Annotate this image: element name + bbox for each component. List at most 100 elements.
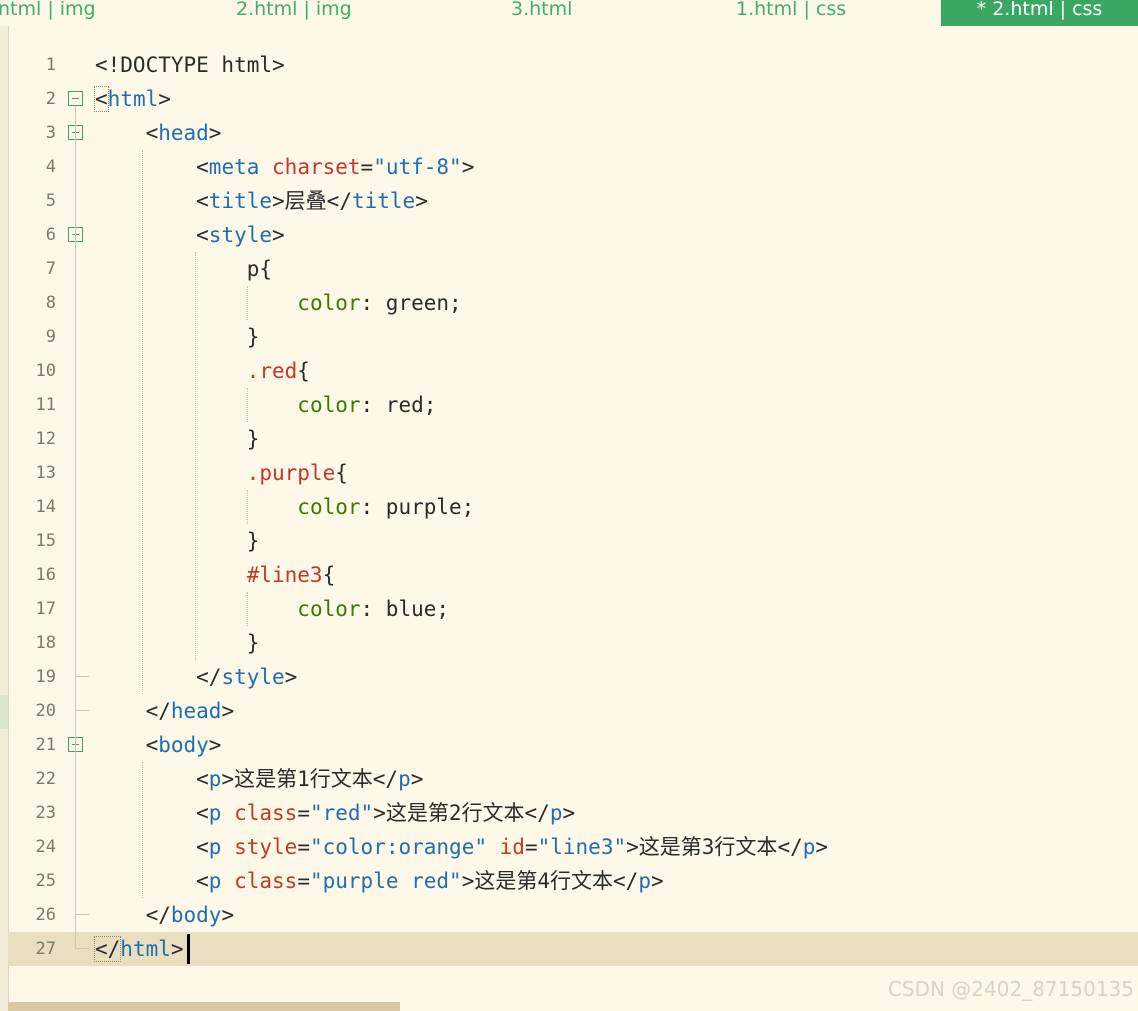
code-token-punct: > <box>410 767 424 791</box>
code-token-punct: </ <box>524 801 550 825</box>
code-text: p{ <box>95 252 272 286</box>
code-token-punct: > <box>815 835 829 859</box>
fold-toggle-icon[interactable] <box>68 91 83 106</box>
code-line[interactable]: 21 <body> <box>8 728 1138 762</box>
code-token-punct: </ <box>326 189 352 213</box>
code-token-punct: { <box>322 563 336 587</box>
code-token-punct: > <box>221 767 235 791</box>
change-marker <box>0 695 8 729</box>
code-text: <meta charset="utf-8"> <box>95 150 474 184</box>
tab-bar: ntml | img 2.html | img 3.html 1.html | … <box>0 0 1138 26</box>
line-number: 17 <box>35 599 56 619</box>
code-token-punct: < <box>94 86 109 112</box>
code-token-punct: </ <box>93 936 122 962</box>
code-line[interactable]: 12 } <box>8 422 1138 456</box>
code-token-tag: html <box>107 87 159 111</box>
code-token-punct: > <box>208 733 222 757</box>
code-token-punct: </ <box>95 699 171 723</box>
line-number: 15 <box>35 531 56 551</box>
indent-guide <box>247 592 249 626</box>
code-token-punct: > <box>221 699 235 723</box>
code-line[interactable]: 27 </html> <box>8 932 1138 966</box>
code-editor[interactable]: 1 <!DOCTYPE html> 2 <html> 3 <head> 4 <meta c… <box>8 48 1138 966</box>
code-line[interactable]: 25 <p class="purple red">这是第4行文本</p> <box>8 864 1138 898</box>
code-text: .purple{ <box>95 456 348 490</box>
code-token-punct: </ <box>777 835 803 859</box>
code-token-tag: style <box>221 665 285 689</box>
code-token-punct: > <box>272 189 285 213</box>
tab-3-html[interactable]: 3.html <box>511 0 611 26</box>
code-token-punct: } <box>95 325 260 349</box>
code-line[interactable]: 13 .purple{ <box>8 456 1138 490</box>
code-token-punct: { <box>297 359 310 383</box>
code-line[interactable]: 3 <head> <box>8 116 1138 150</box>
code-line[interactable]: 10 .red{ <box>8 354 1138 388</box>
code-text: color: red; <box>95 388 436 422</box>
code-text: <p class="purple red">这是第4行文本</p> <box>95 864 663 898</box>
line-number: 27 <box>35 939 56 959</box>
code-token-text: 这是第4行文本 <box>474 869 614 893</box>
code-token-sel: p{ <box>95 257 273 281</box>
code-token-punct: </ <box>95 665 222 689</box>
text-caret <box>187 934 191 964</box>
code-token-punct: </ <box>372 767 399 791</box>
indent-guide <box>141 762 143 898</box>
tab-2-html-css-active[interactable]: * 2.html | css <box>941 0 1138 26</box>
tab-2-html-img[interactable]: 2.html | img <box>236 0 386 26</box>
code-line[interactable]: 2 <html> <box>8 82 1138 116</box>
code-token-tag: body <box>170 903 222 927</box>
code-line[interactable]: 1 <!DOCTYPE html> <box>8 48 1138 82</box>
code-line[interactable]: 9 } <box>8 320 1138 354</box>
code-line[interactable]: 20 </head> <box>8 694 1138 728</box>
code-token-prop: color <box>297 291 361 315</box>
code-token-punct: > <box>461 155 475 179</box>
code-line[interactable]: 8 color: green; <box>8 286 1138 320</box>
line-number: 22 <box>35 769 56 789</box>
code-text: <body> <box>95 728 222 762</box>
code-line[interactable]: 23 <p class="red">这是第2行文本</p> <box>8 796 1138 830</box>
line-number: 26 <box>35 905 56 925</box>
code-token-punct <box>487 835 500 859</box>
code-token-punct: } <box>95 631 260 655</box>
code-token-punct <box>95 563 247 587</box>
tab-1-html-css[interactable]: 1.html | css <box>736 0 886 26</box>
code-line[interactable]: 19 </style> <box>8 660 1138 694</box>
code-token-tag: head <box>170 699 222 723</box>
code-token-punct: < <box>95 767 209 791</box>
code-token-punct: : purple; <box>360 495 475 519</box>
code-line[interactable]: 5 <title>层叠</title> <box>8 184 1138 218</box>
code-line[interactable]: 17 color: blue; <box>8 592 1138 626</box>
code-token-tag: html <box>120 937 171 961</box>
code-line[interactable]: 7 p{ <box>8 252 1138 286</box>
code-text: <p class="red">这是第2行文本</p> <box>95 796 575 830</box>
code-line[interactable]: 6 <style> <box>8 218 1138 252</box>
line-number: 12 <box>35 429 56 449</box>
code-line[interactable]: 4 <meta charset="utf-8"> <box>8 150 1138 184</box>
code-token-tag: p <box>549 801 563 825</box>
code-line[interactable]: 14 color: purple; <box>8 490 1138 524</box>
fold-range-line <box>75 242 76 677</box>
code-token-punct <box>95 495 297 519</box>
tab-ntml-img[interactable]: ntml | img <box>0 0 128 26</box>
line-number: 20 <box>35 701 56 721</box>
code-token-punct: > <box>461 869 475 893</box>
code-token-tag: p <box>208 835 222 859</box>
code-token-str: "utf-8" <box>373 155 462 179</box>
code-line[interactable]: 15 } <box>8 524 1138 558</box>
code-line[interactable]: 16 #line3{ <box>8 558 1138 592</box>
code-token-punct: <!DOCTYPE html> <box>95 53 285 77</box>
code-line[interactable]: 18 } <box>8 626 1138 660</box>
horizontal-scrollbar[interactable] <box>8 1002 400 1011</box>
code-token-text: 这是第1行文本 <box>234 767 373 791</box>
code-line[interactable]: 26 </body> <box>8 898 1138 932</box>
watermark: CSDN @2402_87150135 <box>887 977 1134 1001</box>
code-line[interactable]: 11 color: red; <box>8 388 1138 422</box>
code-token-tag: p <box>638 869 651 893</box>
code-line[interactable]: 24 <p style="color:orange" id="line3">这是… <box>8 830 1138 864</box>
code-token-tag: p <box>208 869 222 893</box>
code-token-punct: = <box>297 835 310 859</box>
code-line[interactable]: 22 <p>这是第1行文本</p> <box>8 762 1138 796</box>
indent-guide <box>247 388 249 422</box>
code-token-punct: </ <box>613 869 639 893</box>
code-token-prop: color <box>297 393 361 417</box>
